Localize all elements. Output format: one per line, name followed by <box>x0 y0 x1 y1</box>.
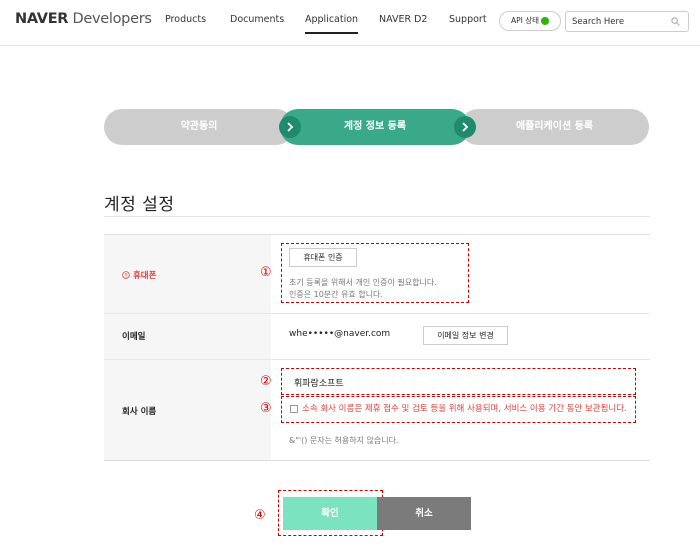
nav-naver-d2[interactable]: NAVER D2 <box>379 14 427 25</box>
section-title: 계정 설정 <box>104 195 175 215</box>
row-divider <box>104 313 650 314</box>
company-name-label: 회사 이름 <box>122 407 157 417</box>
email-label: 이메일 <box>122 332 146 342</box>
nav-products[interactable]: Products <box>165 14 206 25</box>
logo-naver-text: NAVER <box>15 11 69 27</box>
section-divider <box>104 216 650 217</box>
chevron-right-icon <box>279 116 301 138</box>
phone-label-text: 휴대폰 <box>132 271 157 281</box>
step-application-registration: 애플리케이션 등록 <box>460 109 649 145</box>
search-input[interactable] <box>572 15 667 29</box>
status-ok-icon <box>541 17 549 25</box>
company-name-note: &"'() 문자는 허용하지 않습니다. <box>289 436 399 445</box>
annotation-box-1 <box>281 243 469 303</box>
naver-developers-logo[interactable]: NAVER Developers <box>15 11 152 27</box>
nav-support[interactable]: Support <box>449 14 487 25</box>
phone-label: 휴대폰 <box>122 269 156 281</box>
cancel-button[interactable]: 취소 <box>377 497 471 530</box>
chevron-right-icon <box>454 116 476 138</box>
nav-application[interactable]: Application <box>305 14 359 34</box>
logo-developers-text: Developers <box>72 11 152 27</box>
annotation-number-4: ④ <box>254 508 266 523</box>
step-account-registration: 계정 정보 등록 <box>280 109 470 145</box>
top-navigation-bar: NAVER Developers Products Documents Appl… <box>0 0 700 46</box>
annotation-number-2: ② <box>260 374 272 389</box>
alert-circle-icon <box>122 271 133 281</box>
email-value: whe•••••@naver.com <box>289 329 391 339</box>
row-divider <box>104 359 650 360</box>
email-change-button[interactable]: 이메일 정보 변경 <box>423 326 508 345</box>
annotation-box-3 <box>281 396 636 423</box>
step-terms-agreement: 약관동의 <box>104 109 294 145</box>
annotation-box-2 <box>281 368 636 395</box>
annotation-number-3: ③ <box>260 401 272 416</box>
nav-documents[interactable]: Documents <box>230 14 284 25</box>
search-box <box>565 11 689 32</box>
api-status-label: API 상태 <box>511 16 540 25</box>
confirm-button[interactable]: 확인 <box>283 497 377 530</box>
annotation-number-1: ① <box>260 265 272 280</box>
search-icon[interactable] <box>671 17 680 26</box>
api-status-button[interactable]: API 상태 <box>499 11 561 31</box>
